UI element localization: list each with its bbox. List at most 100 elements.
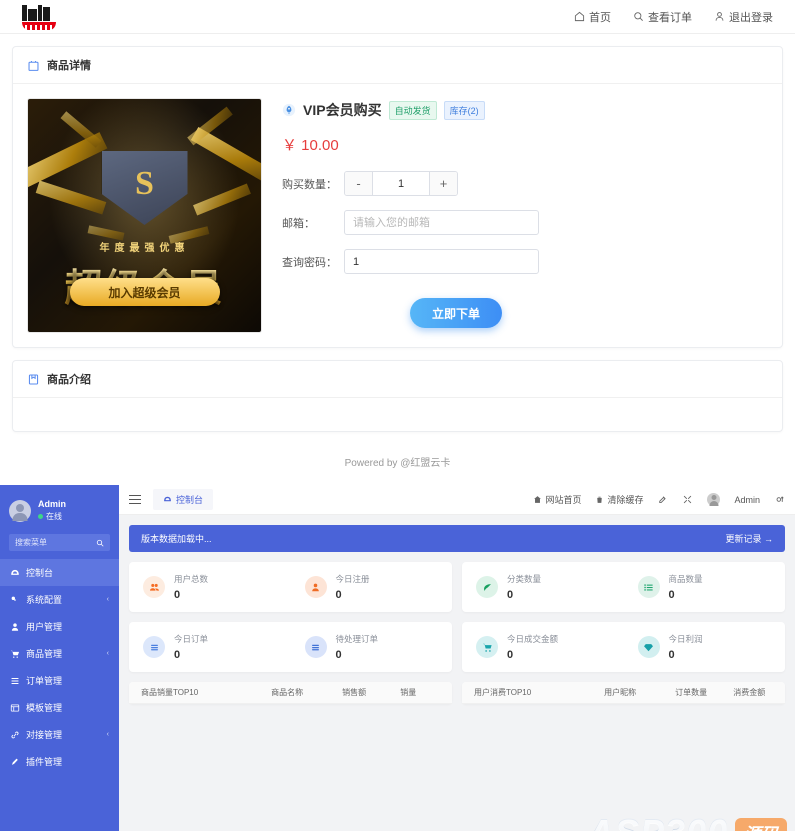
nav-logout-label: 退出登录 bbox=[729, 11, 773, 24]
quantity-stepper[interactable]: - + bbox=[344, 171, 458, 196]
product-price: ￥ 10.00 bbox=[282, 137, 339, 154]
sidebar-item-order-manage[interactable]: 订单管理 bbox=[0, 667, 119, 694]
stat-label: 商品数量 bbox=[668, 574, 703, 584]
column-header: 销量 bbox=[400, 688, 417, 697]
shop-nav: 首页 查看订单 退出登录 bbox=[574, 9, 773, 25]
watermark: ASP300 源码 asp300.net bbox=[588, 811, 787, 831]
search-icon bbox=[634, 12, 643, 21]
quantity-minus-button[interactable]: - bbox=[345, 172, 373, 195]
sidebar-item-plugin-manage[interactable]: 插件管理 bbox=[0, 748, 119, 775]
sidebar-label-template-manage: 模板管理 bbox=[26, 703, 63, 713]
sidebar-label-user-manage: 用户管理 bbox=[26, 622, 63, 632]
site-home-link[interactable]: 网站首页 bbox=[533, 493, 581, 506]
clear-cache-link[interactable]: 清除缓存 bbox=[595, 493, 643, 506]
stat-value: 0 bbox=[507, 649, 514, 661]
column-header: 订单数量 bbox=[675, 688, 708, 697]
product-intro-header: 商品介绍 bbox=[13, 361, 782, 398]
stat-value: 0 bbox=[335, 589, 342, 601]
template-icon bbox=[10, 703, 20, 712]
clear-cache-label: 清除缓存 bbox=[607, 495, 644, 505]
product-intro-body bbox=[13, 398, 782, 431]
theme-icon[interactable] bbox=[657, 494, 668, 505]
email-row: 邮箱： bbox=[282, 210, 768, 235]
shield-letter: S bbox=[135, 165, 154, 202]
stat-label: 用户总数 bbox=[174, 574, 209, 584]
gear-icon bbox=[11, 596, 16, 601]
online-dot-icon bbox=[38, 514, 43, 519]
nav-home[interactable]: 首页 bbox=[574, 9, 611, 25]
sidebar-label-plugin-manage: 插件管理 bbox=[26, 757, 63, 767]
nav-orders-label: 查看订单 bbox=[648, 11, 692, 24]
product-image-subtitle: 年度最强优惠 bbox=[99, 243, 190, 254]
tab-dashboard[interactable]: 控制台 bbox=[153, 489, 214, 510]
shield-badge-icon: S bbox=[101, 151, 188, 225]
quantity-input[interactable] bbox=[373, 172, 429, 195]
list-icon bbox=[637, 576, 660, 598]
column-header: 商品名称 bbox=[271, 688, 304, 697]
product-detail-header: 商品详情 bbox=[13, 47, 782, 84]
sidebar-item-integration-manage[interactable]: 对接管理 ‹ bbox=[0, 721, 119, 748]
user-icon bbox=[715, 12, 724, 21]
sidebar-user-name: Admin bbox=[38, 499, 66, 509]
stat-total-users: 用户总数 0 bbox=[129, 573, 291, 601]
chevron-icon: ‹ bbox=[106, 650, 109, 657]
sidebar-label-dashboard: 控制台 bbox=[26, 568, 54, 578]
sidebar-status-label: 在线 bbox=[46, 512, 62, 521]
watermark-main: ASP300 bbox=[588, 811, 728, 831]
fullscreen-icon[interactable] bbox=[682, 494, 693, 505]
sidebar-item-product-manage[interactable]: 商品管理 ‹ bbox=[0, 640, 119, 667]
site-logo[interactable] bbox=[22, 4, 64, 30]
gear-icon[interactable] bbox=[774, 494, 785, 505]
stat-label: 今日成交金额 bbox=[507, 634, 559, 644]
sidebar-user-status: 在线 bbox=[38, 511, 66, 522]
sidebar-user[interactable]: Admin 在线 bbox=[0, 493, 119, 532]
sidebar-item-user-manage[interactable]: 用户管理 bbox=[0, 613, 119, 640]
table-header: 用户消费TOP10 用户昵称 订单数量 消费金额 bbox=[462, 682, 785, 704]
topbar-user-name[interactable]: Admin bbox=[734, 495, 760, 505]
topbar-actions: 网站首页 清除缓存 Admin bbox=[533, 493, 785, 506]
list-icon bbox=[304, 636, 327, 658]
trash-icon bbox=[597, 496, 603, 503]
stat-value: 0 bbox=[668, 589, 675, 601]
plugin-icon bbox=[11, 758, 18, 765]
stat-label: 今日利润 bbox=[668, 634, 703, 644]
admin-topbar: 控制台 网站首页 清除缓存 Admin bbox=[119, 485, 795, 515]
version-notice-bar: 版本数据加载中... 更新记录 → bbox=[129, 525, 785, 552]
product-detail-body: S 年度最强优惠 超级会员 加入超级会员 VIP会员购买 bbox=[13, 84, 782, 347]
update-log-link[interactable]: 更新记录 → bbox=[725, 532, 773, 545]
stat-today-amount: 今日成交金额 0 bbox=[462, 633, 624, 661]
menu-icon[interactable] bbox=[129, 492, 141, 507]
avatar bbox=[9, 499, 31, 522]
site-home-label: 网站首页 bbox=[545, 495, 582, 505]
sidebar-item-dashboard[interactable]: 控制台 bbox=[0, 559, 119, 586]
stat-value: 0 bbox=[335, 649, 342, 661]
place-order-button[interactable]: 立即下单 bbox=[410, 298, 502, 328]
logo-bars-icon bbox=[22, 4, 64, 21]
stat-label: 今日订单 bbox=[174, 634, 209, 644]
query-password-field[interactable] bbox=[344, 249, 539, 274]
sidebar-search[interactable] bbox=[9, 534, 110, 551]
stat-label: 分类数量 bbox=[507, 574, 542, 584]
nav-logout[interactable]: 退出登录 bbox=[714, 9, 773, 25]
nav-orders[interactable]: 查看订单 bbox=[633, 9, 692, 25]
shop-footer: Powered by @红盟云卡 bbox=[344, 458, 451, 469]
user-spending-top10-table: 用户消费TOP10 用户昵称 订单数量 消费金额 bbox=[462, 682, 785, 704]
sidebar-item-system-config[interactable]: 系统配置 ‹ bbox=[0, 586, 119, 613]
stat-today-register: 今日注册 0 bbox=[291, 573, 453, 601]
product-intro-title: 商品介绍 bbox=[47, 374, 91, 386]
avatar[interactable] bbox=[707, 493, 721, 506]
stat-card-users: 用户总数 0 今日注册 0 bbox=[129, 562, 452, 612]
sidebar-item-template-manage[interactable]: 模板管理 bbox=[0, 694, 119, 721]
menu-search-input[interactable] bbox=[15, 538, 85, 547]
user-icon bbox=[304, 576, 327, 598]
column-header: 销售额 bbox=[342, 688, 367, 697]
stat-value: 0 bbox=[507, 589, 514, 601]
rocket-icon bbox=[282, 103, 296, 117]
bag-icon bbox=[28, 60, 39, 71]
stat-card-revenue: 今日成交金额 0 今日利润 0 bbox=[462, 622, 785, 672]
quantity-plus-button[interactable]: + bbox=[429, 172, 457, 195]
stat-today-profit: 今日利润 0 bbox=[624, 633, 786, 661]
email-field[interactable] bbox=[344, 210, 539, 235]
admin-panel: Admin 在线 控制台 系统配置 ‹ 用户管理 bbox=[0, 485, 795, 831]
sidebar-label-integration-manage: 对接管理 bbox=[26, 730, 63, 740]
